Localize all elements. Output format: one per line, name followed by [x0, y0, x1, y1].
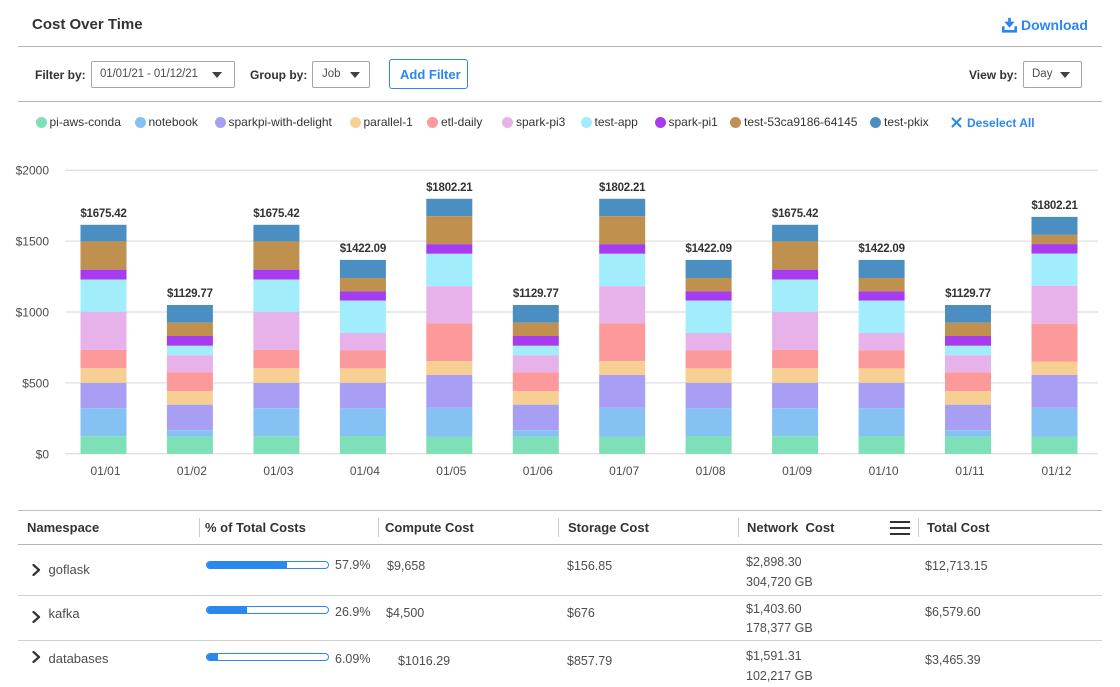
svg-text:$1422.09: $1422.09 [340, 243, 386, 255]
svg-text:$1802.21: $1802.21 [1031, 200, 1078, 212]
svg-text:$1129.77: $1129.77 [945, 288, 991, 300]
svg-text:01/02: 01/02 [177, 464, 207, 478]
svg-text:01/10: 01/10 [869, 464, 899, 478]
svg-text:01/08: 01/08 [696, 464, 726, 478]
svg-text:$1129.77: $1129.77 [513, 288, 559, 300]
svg-text:$1500: $1500 [16, 235, 50, 249]
svg-text:$1422.09: $1422.09 [858, 243, 904, 255]
svg-text:$1675.42: $1675.42 [772, 208, 818, 220]
svg-text:01/11: 01/11 [955, 464, 984, 478]
svg-text:$1802.21: $1802.21 [426, 182, 473, 194]
svg-text:$0: $0 [36, 447, 50, 461]
svg-text:01/05: 01/05 [436, 464, 466, 478]
svg-text:$1802.21: $1802.21 [599, 182, 646, 194]
svg-text:$1422.09: $1422.09 [685, 243, 731, 255]
svg-text:$1675.42: $1675.42 [80, 208, 126, 220]
svg-text:01/07: 01/07 [609, 464, 639, 478]
svg-text:$1129.77: $1129.77 [167, 288, 213, 300]
svg-text:$1675.42: $1675.42 [253, 208, 299, 220]
svg-text:01/01: 01/01 [90, 464, 120, 478]
svg-text:$2000: $2000 [16, 164, 50, 178]
svg-text:01/06: 01/06 [523, 464, 553, 478]
svg-text:01/04: 01/04 [350, 464, 380, 478]
svg-text:01/03: 01/03 [263, 464, 293, 478]
svg-text:$500: $500 [22, 376, 49, 390]
svg-text:$1000: $1000 [16, 306, 50, 320]
svg-text:01/12: 01/12 [1041, 464, 1071, 478]
svg-text:01/09: 01/09 [782, 464, 812, 478]
